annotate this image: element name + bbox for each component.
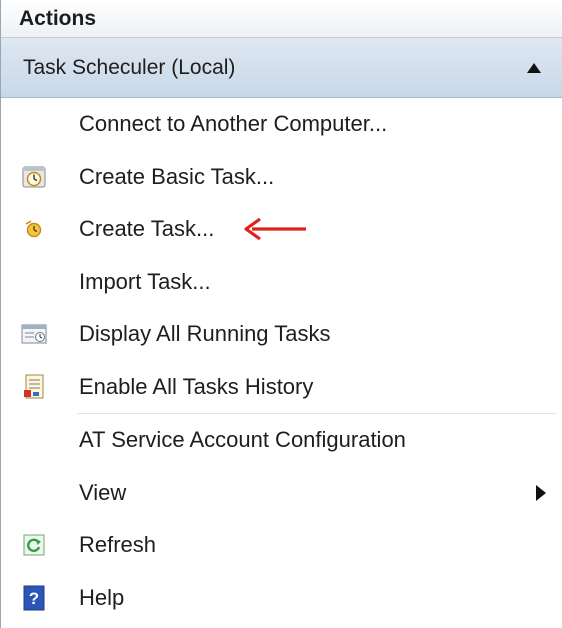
- action-label: View: [79, 479, 127, 505]
- running-tasks-icon: [19, 319, 49, 349]
- svg-text:?: ?: [29, 589, 39, 608]
- action-create-basic-task[interactable]: Create Basic Task...: [1, 151, 562, 204]
- actions-pane-title: Actions: [19, 6, 97, 30]
- section-title: Task Scheculer (Local): [23, 55, 236, 79]
- action-label: Connect to Another Computer...: [79, 111, 388, 137]
- actions-list: Connect to Another Computer... Create Ba…: [1, 98, 562, 624]
- task-history-icon: [19, 372, 49, 402]
- submenu-arrow-icon: [536, 484, 546, 501]
- action-label: AT Service Account Configuration: [79, 427, 406, 453]
- collapse-up-triangle-icon[interactable]: [524, 58, 544, 78]
- action-label: Create Basic Task...: [79, 163, 275, 189]
- action-connect-to-another-computer[interactable]: Connect to Another Computer...: [1, 98, 562, 151]
- action-create-task[interactable]: Create Task...: [1, 203, 562, 256]
- action-import-task[interactable]: Import Task...: [1, 256, 562, 309]
- action-help[interactable]: ? Help: [1, 572, 562, 625]
- action-label: Refresh: [79, 532, 157, 558]
- create-task-clock-icon: [19, 214, 49, 244]
- action-enable-all-tasks-history[interactable]: Enable All Tasks History: [1, 361, 562, 414]
- action-at-service-account-configuration[interactable]: AT Service Account Configuration: [1, 414, 562, 467]
- action-label: Enable All Tasks History: [79, 373, 314, 399]
- actions-pane-header: Actions: [1, 0, 562, 38]
- section-header-task-scheduler[interactable]: Task Scheculer (Local): [1, 38, 562, 98]
- action-view[interactable]: View: [1, 467, 562, 520]
- action-label: Help: [79, 584, 125, 610]
- action-label: Import Task...: [79, 268, 211, 294]
- action-label: Create Task...: [79, 216, 215, 242]
- help-icon: ?: [19, 583, 49, 613]
- refresh-icon: [19, 530, 49, 560]
- action-display-all-running-tasks[interactable]: Display All Running Tasks: [1, 308, 562, 361]
- action-label: Display All Running Tasks: [79, 321, 331, 347]
- action-refresh[interactable]: Refresh: [1, 519, 562, 572]
- actions-pane: Actions Task Scheculer (Local) Connect t…: [0, 0, 562, 628]
- basic-task-clock-icon: [19, 162, 49, 192]
- red-left-arrow-icon: [244, 217, 307, 241]
